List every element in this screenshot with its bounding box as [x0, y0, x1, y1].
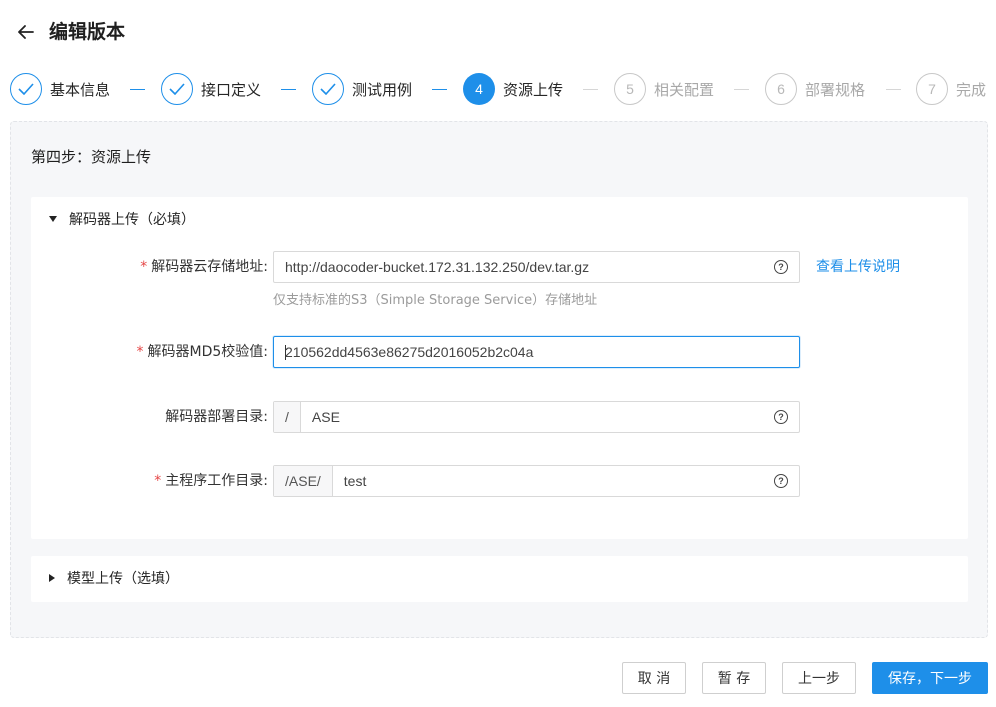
step-separator — [130, 89, 145, 90]
step-related-config[interactable]: 5 相关配置 — [614, 72, 714, 106]
storage-url-input[interactable]: http://daocoder-bucket.172.31.132.250/de… — [273, 251, 800, 283]
work-dir-value[interactable]: test — [333, 473, 774, 489]
caret-right-icon — [49, 574, 55, 582]
work-dir-prefix: /ASE/ — [274, 466, 333, 496]
save-next-button[interactable]: 保存，下一步 — [872, 662, 988, 694]
back-arrow-icon[interactable] — [14, 20, 38, 44]
step-separator — [734, 89, 749, 90]
md5-input[interactable]: 210562dd4563e86275d2016052b2c04a — [273, 336, 800, 368]
storage-url-label: * 解码器云存储地址: — [140, 259, 268, 275]
view-upload-guide-link[interactable]: 查看上传说明 — [816, 251, 900, 283]
work-dir-row: * 主程序工作目录: /ASE/ test ? — [31, 465, 968, 497]
question-circle-icon[interactable]: ? — [774, 474, 788, 488]
step-separator — [432, 89, 447, 90]
storage-url-value[interactable]: http://daocoder-bucket.172.31.132.250/de… — [274, 259, 774, 275]
md5-row: * 解码器MD5校验值: 210562dd4563e86275d2016052b2… — [31, 336, 968, 368]
required-mark: * — [154, 473, 162, 489]
md5-value[interactable]: 210562dd4563e86275d2016052b2c04a — [274, 344, 799, 361]
step-label: 完成 — [956, 80, 987, 99]
cancel-button[interactable]: 取 消 — [622, 662, 686, 694]
deploy-dir-label: 解码器部署目录: — [165, 409, 268, 425]
step-label: 接口定义 — [201, 80, 262, 99]
page-title: 编辑版本 — [49, 21, 126, 43]
step-basic-info[interactable]: 基本信息 — [10, 72, 110, 106]
work-dir-label: * 主程序工作目录: — [154, 473, 268, 489]
model-section-header[interactable]: 模型上传（选填） — [31, 556, 968, 600]
step-label: 资源上传 — [503, 80, 564, 99]
step-separator — [886, 89, 901, 90]
md5-label: * 解码器MD5校验值: — [136, 344, 268, 360]
check-icon — [161, 73, 193, 105]
step-interface-definition[interactable]: 接口定义 — [161, 72, 261, 106]
section-title: 模型上传（选填） — [67, 571, 179, 587]
step-number: 4 — [463, 73, 495, 105]
step-test-cases[interactable]: 测试用例 — [312, 72, 412, 106]
required-mark: * — [140, 259, 148, 275]
step-resource-upload[interactable]: 4 资源上传 — [463, 72, 563, 106]
deploy-dir-row: 解码器部署目录: / ASE ? — [31, 401, 968, 433]
deploy-dir-value[interactable]: ASE — [301, 409, 774, 425]
save-draft-button[interactable]: 暂 存 — [702, 662, 766, 694]
step-label: 基本信息 — [50, 80, 111, 99]
question-circle-icon[interactable]: ? — [774, 260, 788, 274]
check-icon — [10, 73, 42, 105]
work-dir-input[interactable]: /ASE/ test ? — [273, 465, 800, 497]
step-deploy-spec[interactable]: 6 部署规格 — [765, 72, 865, 106]
step-finish[interactable]: 7 完成 — [916, 72, 986, 106]
step-label: 测试用例 — [352, 80, 413, 99]
decoder-upload-section: 解码器上传（必填） * 解码器云存储地址: http://daocoder-buc… — [31, 197, 968, 539]
step-content-panel: 第四步：资源上传 解码器上传（必填） * 解码器云存储地址: http://dao… — [10, 121, 988, 638]
question-circle-icon[interactable]: ? — [774, 410, 788, 424]
deploy-dir-prefix: / — [274, 402, 301, 432]
check-icon — [312, 73, 344, 105]
step-number: 7 — [916, 73, 948, 105]
storage-url-hint: 仅支持标准的S3（Simple Storage Service）存储地址 — [273, 293, 598, 308]
steps-bar: 基本信息 接口定义 测试用例 4 资源上传 5 相关配置 6 部署规格 7 完成 — [10, 72, 990, 106]
step-number: 6 — [765, 73, 797, 105]
page-header: 编辑版本 — [0, 0, 996, 62]
panel-title: 第四步：资源上传 — [31, 148, 152, 166]
required-mark: * — [136, 344, 144, 360]
previous-step-button[interactable]: 上一步 — [782, 662, 856, 694]
decoder-section-header[interactable]: 解码器上传（必填） — [31, 197, 968, 241]
deploy-dir-input[interactable]: / ASE ? — [273, 401, 800, 433]
storage-url-row: * 解码器云存储地址: http://daocoder-bucket.172.31… — [31, 251, 968, 311]
step-separator — [281, 89, 296, 90]
step-label: 部署规格 — [805, 80, 866, 99]
step-separator — [583, 89, 598, 90]
step-number: 5 — [614, 73, 646, 105]
section-title: 解码器上传（必填） — [69, 212, 195, 228]
caret-down-icon — [49, 216, 57, 222]
step-label: 相关配置 — [654, 80, 715, 99]
model-upload-section: 模型上传（选填） — [31, 556, 968, 602]
